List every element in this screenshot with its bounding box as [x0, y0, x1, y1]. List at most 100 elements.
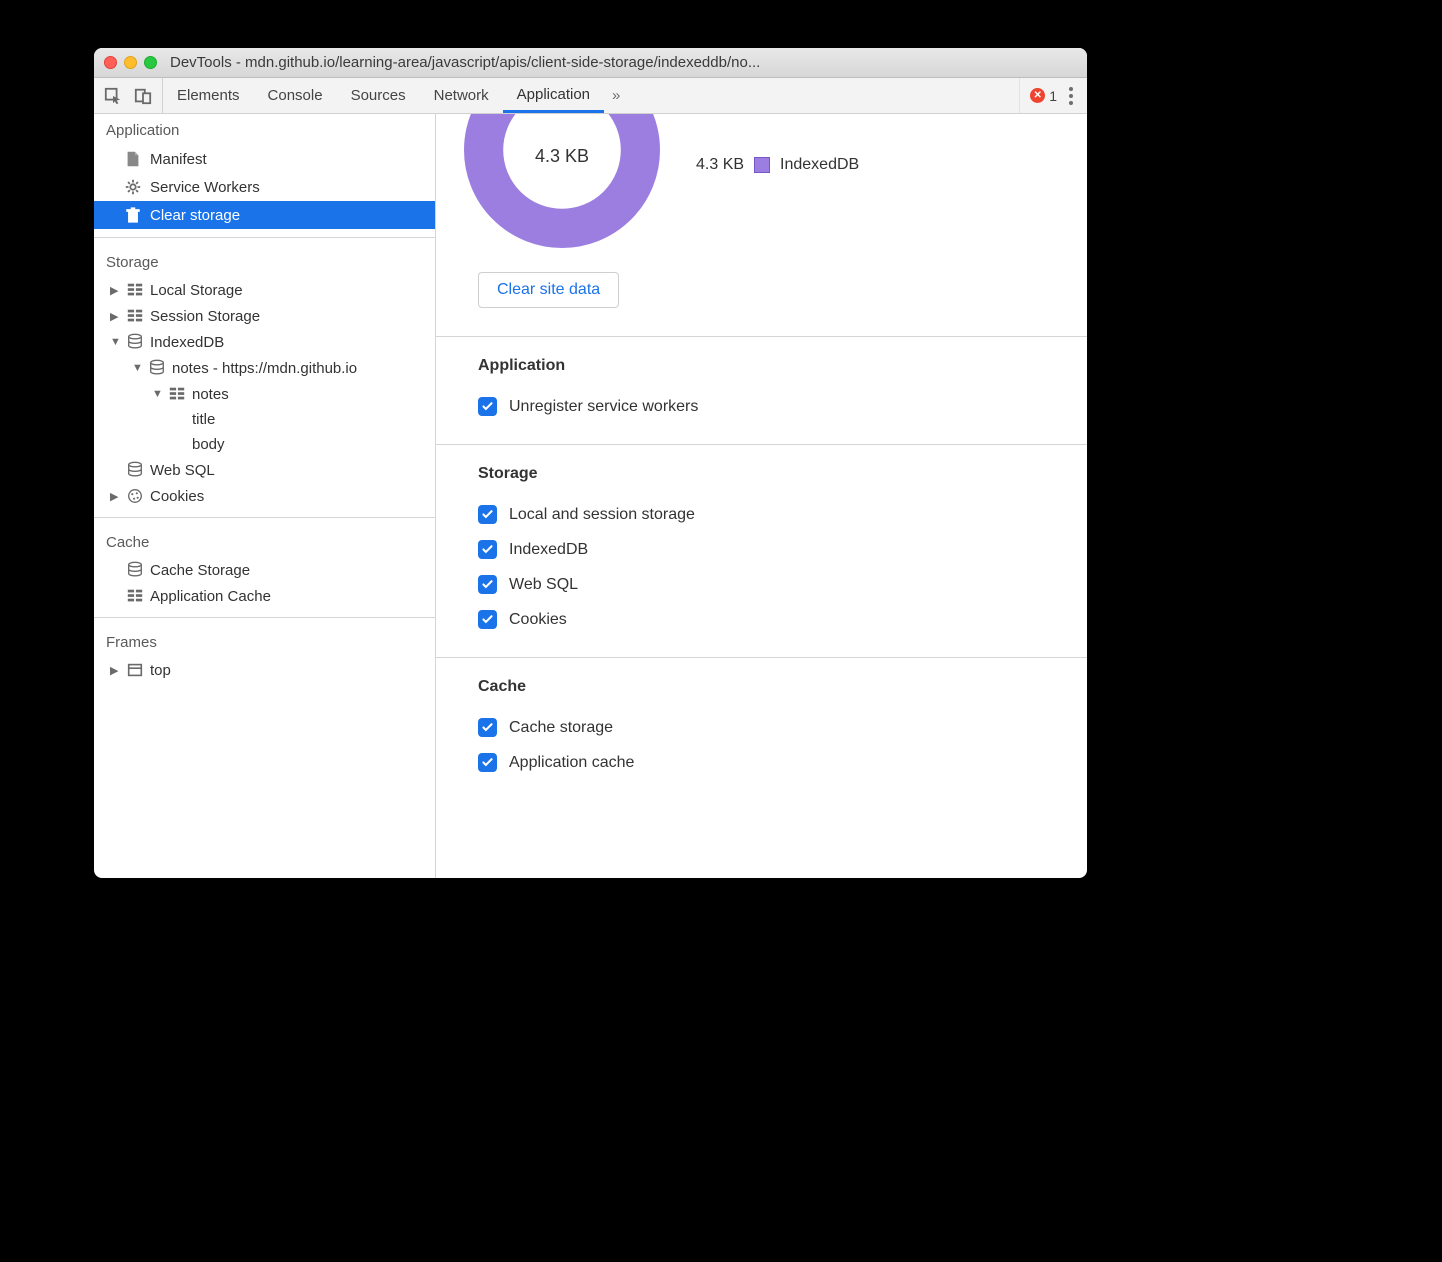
checkbox-local-session-storage[interactable]: Local and session storage — [478, 497, 1087, 532]
sidebar-item-session-storage[interactable]: ▶ Session Storage — [94, 303, 435, 329]
sidebar-item-clear-storage[interactable]: Clear storage — [94, 201, 435, 229]
minimize-window-button[interactable] — [124, 56, 137, 69]
sidebar-item-service-workers[interactable]: Service Workers — [94, 173, 435, 201]
settings-menu-icon[interactable] — [1065, 83, 1077, 109]
checkbox-label: Unregister service workers — [509, 398, 698, 416]
checkbox-cache-storage[interactable]: Cache storage — [478, 710, 1087, 745]
chevron-right-icon: ▶ — [110, 310, 120, 323]
storage-icon — [126, 587, 144, 605]
database-icon — [126, 561, 144, 579]
checkbox-icon — [478, 753, 497, 772]
checkbox-unregister-sw[interactable]: Unregister service workers — [478, 389, 1087, 424]
sidebar-item-websql[interactable]: Web SQL — [94, 457, 435, 483]
document-icon — [124, 150, 142, 168]
tab-application[interactable]: Application — [503, 78, 604, 113]
chevron-right-icon: ▶ — [110, 490, 120, 503]
checkbox-icon — [478, 610, 497, 629]
section-title: Storage — [478, 465, 1087, 483]
sidebar-item-indexeddb[interactable]: ▼ IndexedDB — [94, 329, 435, 355]
error-count-badge[interactable]: ✕ 1 — [1030, 88, 1057, 104]
checkbox-icon — [478, 718, 497, 737]
checkbox-label: Cache storage — [509, 719, 613, 737]
sidebar-item-cache-storage[interactable]: Cache Storage — [94, 557, 435, 583]
window-title: DevTools - mdn.github.io/learning-area/j… — [170, 54, 1077, 71]
sidebar-item-application-cache[interactable]: Application Cache — [94, 583, 435, 609]
sidebar-item-label: Service Workers — [150, 179, 260, 196]
sidebar-item-label: notes — [192, 386, 229, 403]
error-count: 1 — [1049, 88, 1057, 104]
section-storage: Storage Local and session storage Indexe… — [436, 444, 1087, 657]
section-cache: Cache Cache storage Application cache — [436, 657, 1087, 800]
checkbox-label: Cookies — [509, 611, 567, 629]
sidebar-item-label: Clear storage — [150, 207, 240, 224]
checkbox-websql[interactable]: Web SQL — [478, 567, 1087, 602]
storage-usage-total: 4.3 KB — [464, 114, 660, 248]
checkbox-indexeddb[interactable]: IndexedDB — [478, 532, 1087, 567]
section-application: Application Unregister service workers — [436, 336, 1087, 444]
device-toolbar-icon[interactable] — [134, 87, 152, 105]
checkbox-icon — [478, 575, 497, 594]
sidebar-item-frame-top[interactable]: ▶ top — [94, 657, 435, 683]
devtools-toolbar: Elements Console Sources Network Applica… — [94, 78, 1087, 114]
checkbox-icon — [478, 540, 497, 559]
sidebar-item-label: Manifest — [150, 151, 207, 168]
sidebar-item-label: Cookies — [150, 488, 204, 505]
trash-icon — [124, 206, 142, 224]
sidebar-group-cache: Cache — [94, 526, 435, 557]
close-window-button[interactable] — [104, 56, 117, 69]
section-title: Cache — [478, 678, 1087, 696]
sidebar-item-indexeddb-table[interactable]: ▼ notes — [94, 381, 435, 407]
more-tabs-icon[interactable]: » — [604, 87, 628, 104]
sidebar-item-indexeddb-col-body[interactable]: body — [94, 432, 435, 457]
chevron-down-icon: ▼ — [110, 336, 120, 348]
sidebar-item-local-storage[interactable]: ▶ Local Storage — [94, 277, 435, 303]
sidebar-item-indexeddb-db[interactable]: ▼ notes - https://mdn.github.io — [94, 355, 435, 381]
database-icon — [148, 359, 166, 377]
sidebar: Application Manifest Service Workers Cle… — [94, 114, 436, 878]
cookie-icon — [126, 487, 144, 505]
tab-elements[interactable]: Elements — [163, 78, 254, 113]
sidebar-item-label: Application Cache — [150, 588, 271, 605]
checkbox-label: IndexedDB — [509, 541, 588, 559]
chevron-down-icon: ▼ — [152, 388, 162, 400]
checkbox-application-cache[interactable]: Application cache — [478, 745, 1087, 780]
titlebar: DevTools - mdn.github.io/learning-area/j… — [94, 48, 1087, 78]
legend-swatch-icon — [754, 157, 770, 173]
sidebar-item-manifest[interactable]: Manifest — [94, 145, 435, 173]
frame-icon — [126, 661, 144, 679]
sidebar-item-label: body — [192, 436, 225, 453]
sidebar-item-label: Cache Storage — [150, 562, 250, 579]
checkbox-label: Local and session storage — [509, 506, 695, 524]
main-panel: 4.3 KB 4.3 KB IndexedDB Clear site data … — [436, 114, 1087, 878]
sidebar-item-label: Local Storage — [150, 282, 243, 299]
checkbox-icon — [478, 397, 497, 416]
chevron-right-icon: ▶ — [110, 284, 120, 297]
checkbox-label: Application cache — [509, 754, 634, 772]
section-title: Application — [478, 357, 1087, 375]
storage-icon — [168, 385, 186, 403]
tab-network[interactable]: Network — [420, 78, 503, 113]
zoom-window-button[interactable] — [144, 56, 157, 69]
sidebar-item-label: title — [192, 411, 215, 428]
checkbox-cookies[interactable]: Cookies — [478, 602, 1087, 637]
sidebar-item-indexeddb-col-title[interactable]: title — [94, 407, 435, 432]
inspect-element-icon[interactable] — [104, 87, 122, 105]
sidebar-item-label: Session Storage — [150, 308, 260, 325]
clear-site-data-button[interactable]: Clear site data — [478, 272, 619, 308]
sidebar-item-label: Web SQL — [150, 462, 215, 479]
storage-legend: 4.3 KB IndexedDB — [696, 156, 859, 174]
legend-value: 4.3 KB — [696, 156, 744, 174]
gear-icon — [124, 178, 142, 196]
storage-usage-donut: 4.3 KB — [464, 114, 660, 248]
tab-sources[interactable]: Sources — [337, 78, 420, 113]
sidebar-item-cookies[interactable]: ▶ Cookies — [94, 483, 435, 509]
chevron-right-icon: ▶ — [110, 664, 120, 677]
devtools-window: DevTools - mdn.github.io/learning-area/j… — [94, 48, 1087, 878]
sidebar-group-storage: Storage — [94, 246, 435, 277]
checkbox-icon — [478, 505, 497, 524]
sidebar-item-label: IndexedDB — [150, 334, 224, 351]
database-icon — [126, 333, 144, 351]
tab-console[interactable]: Console — [254, 78, 337, 113]
sidebar-item-label: notes - https://mdn.github.io — [172, 360, 357, 377]
sidebar-item-label: top — [150, 662, 171, 679]
